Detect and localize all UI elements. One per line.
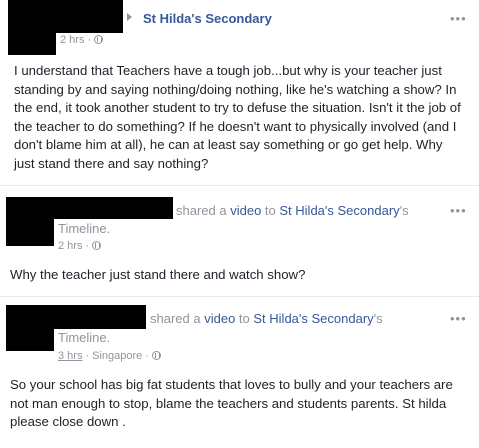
separator: · (85, 240, 90, 252)
post-text: Why the teacher just stand there and wat… (10, 267, 306, 282)
post-time[interactable]: 2 hrs (58, 240, 82, 252)
post-meta: 2 hrs · (58, 240, 102, 252)
redacted-avatar-name (8, 0, 123, 33)
timeline-link[interactable]: St Hilda's Secondary (253, 311, 373, 326)
share-line: shared a video to St Hilda's Secondary's (176, 203, 409, 218)
post-text: I understand that Teachers have a tough … (14, 63, 461, 171)
globe-icon (92, 241, 102, 250)
more-options-icon[interactable]: ••• (450, 204, 467, 217)
redacted-avatar-name (6, 197, 173, 219)
redacted-avatar (6, 329, 54, 351)
redacted-avatar (6, 219, 54, 246)
to-text: to (238, 311, 250, 326)
possessive: 's (373, 311, 383, 326)
post-time[interactable]: 2 hrs (60, 34, 84, 46)
separator: · (145, 350, 149, 362)
post-meta: 2 hrs · (60, 34, 104, 46)
share-line: shared a video to St Hilda's Secondary's (150, 311, 383, 326)
separator: · (87, 34, 92, 46)
location-text[interactable]: Singapore (92, 350, 142, 362)
right-triangle-icon (127, 13, 132, 21)
shared-a-text: shared a (176, 203, 227, 218)
redacted-avatar-name (6, 305, 146, 329)
timeline-link[interactable]: St Hilda's Secondary (279, 203, 399, 218)
divider (0, 296, 479, 297)
post-meta: 3 hrs · Singapore · (58, 350, 161, 362)
group-link[interactable]: St Hilda's Secondary (143, 11, 272, 26)
post-time[interactable]: 3 hrs (58, 350, 82, 362)
possessive: 's (399, 203, 409, 218)
redacted-avatar (8, 33, 56, 55)
video-link[interactable]: video (230, 203, 261, 218)
timeline-text: Timeline. (58, 221, 111, 236)
to-text: to (264, 203, 276, 218)
post-text: So your school has big fat students that… (10, 377, 453, 430)
more-options-icon[interactable]: ••• (450, 312, 467, 325)
timeline-text: Timeline. (58, 330, 111, 345)
globe-icon (151, 351, 161, 360)
video-link[interactable]: video (204, 311, 235, 326)
globe-icon (94, 35, 104, 44)
separator: · (85, 350, 90, 362)
shared-a-text: shared a (150, 311, 201, 326)
divider (0, 185, 479, 186)
more-options-icon[interactable]: ••• (450, 12, 467, 25)
